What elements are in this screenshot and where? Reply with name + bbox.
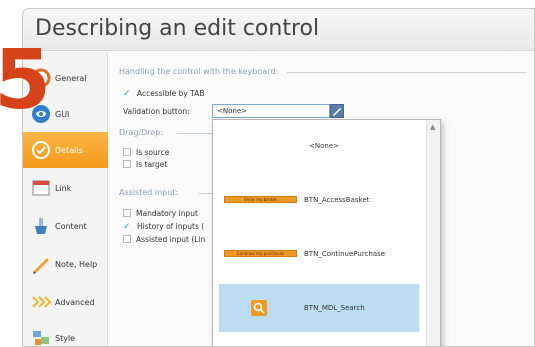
details-icon bbox=[32, 141, 50, 159]
sidebar-item-label: Note, Help bbox=[55, 260, 98, 269]
assisted-section-heading: Assisted input: bbox=[119, 188, 179, 197]
select-dropdown-button[interactable] bbox=[330, 104, 344, 118]
checkbox-label: Accessible by TAB bbox=[137, 89, 205, 98]
sidebar-item-label: GUI bbox=[55, 110, 70, 119]
sidebar-item-label: Style bbox=[55, 334, 76, 343]
mandatory-input-checkbox[interactable]: Mandatory input bbox=[123, 209, 198, 218]
scroll-up-icon[interactable]: ▲ bbox=[430, 123, 435, 131]
validation-button-dropdown[interactable]: <None> Show my basket BTN_AccessBasket C… bbox=[212, 119, 441, 346]
dropdown-option-access-basket[interactable]: Show my basket BTN_AccessBasket bbox=[219, 176, 419, 224]
editor-window: Describing an edit control General GUI D… bbox=[22, 8, 535, 347]
link-icon bbox=[32, 180, 50, 196]
is-target-checkbox[interactable]: Is target bbox=[123, 160, 167, 169]
validation-button-select[interactable]: <None> bbox=[212, 104, 330, 118]
sidebar-item-label: Link bbox=[55, 184, 72, 193]
option-label: BTN_MDL_Search bbox=[304, 304, 365, 312]
details-panel: Handling the control with the keyboard: … bbox=[109, 52, 534, 346]
window-title: Describing an edit control bbox=[35, 16, 320, 41]
checkbox-box bbox=[123, 209, 131, 217]
checkbox-box bbox=[123, 235, 131, 243]
checkbox-label: Is source bbox=[136, 148, 170, 157]
pencil-icon bbox=[333, 108, 341, 116]
advanced-icon bbox=[32, 296, 51, 308]
title-bar: Describing an edit control bbox=[23, 9, 534, 51]
checkbox-label: History of inputs ( bbox=[137, 222, 205, 231]
button-preview-thumbnail: Show my basket bbox=[224, 196, 297, 203]
sidebar-item-details[interactable]: Details bbox=[23, 132, 108, 168]
sidebar-item-content[interactable]: Content bbox=[23, 208, 108, 244]
checkbox-box bbox=[123, 160, 131, 168]
sidebar-item-label: General bbox=[55, 74, 87, 83]
sidebar-item-label: Content bbox=[55, 222, 87, 231]
accessible-by-tab-checkbox[interactable]: ✓ Accessible by TAB bbox=[123, 89, 204, 99]
sidebar-item-label: Details bbox=[55, 146, 83, 155]
content-icon bbox=[35, 218, 47, 234]
search-icon bbox=[251, 300, 267, 316]
sidebar-item-link[interactable]: Link bbox=[23, 170, 108, 206]
option-label: BTN_AccessBasket bbox=[304, 196, 370, 204]
section-divider bbox=[199, 193, 212, 194]
step-number: 5 bbox=[0, 33, 52, 128]
sidebar-item-style[interactable]: Style bbox=[23, 320, 108, 346]
dropdown-option-continue-purchase[interactable]: Continue my purchases BTN_ContinuePurcha… bbox=[219, 230, 419, 278]
dropdown-scrollbar[interactable]: ▲ bbox=[426, 120, 440, 346]
is-source-checkbox[interactable]: Is source bbox=[123, 148, 169, 157]
assisted-input-checkbox[interactable]: Assisted input (Lin bbox=[123, 235, 205, 244]
dragdrop-section-heading: Drag/Drop: bbox=[119, 128, 164, 137]
validation-button-label: Validation button: bbox=[123, 107, 190, 116]
style-icon bbox=[33, 331, 49, 345]
checkmark-icon: ✓ bbox=[123, 89, 131, 99]
button-preview-thumbnail: Continue my purchases bbox=[224, 250, 297, 257]
section-divider bbox=[177, 133, 212, 134]
checkbox-label: Assisted input (Lin bbox=[136, 235, 206, 244]
option-label: BTN_ContinuePurchase bbox=[304, 250, 386, 258]
sidebar-item-advanced[interactable]: Advanced bbox=[23, 284, 108, 320]
checkbox-box bbox=[123, 148, 131, 156]
select-value: <None> bbox=[217, 107, 247, 115]
checkbox-label: Is target bbox=[136, 160, 168, 169]
dropdown-option-mdl-search[interactable]: BTN_MDL_Search bbox=[219, 284, 419, 332]
dropdown-option-none[interactable]: <None> bbox=[219, 122, 419, 170]
option-label: <None> bbox=[309, 142, 339, 150]
sidebar-item-note-help[interactable]: Note, Help bbox=[23, 246, 108, 282]
history-of-inputs-checkbox[interactable]: ✓ History of inputs ( bbox=[123, 222, 204, 232]
checkmark-icon: ✓ bbox=[123, 222, 131, 232]
note-help-icon bbox=[33, 258, 49, 274]
keyboard-section-heading: Handling the control with the keyboard: bbox=[119, 67, 279, 76]
checkbox-label: Mandatory input bbox=[136, 209, 198, 218]
section-divider bbox=[287, 72, 527, 73]
sidebar-item-label: Advanced bbox=[55, 298, 95, 307]
